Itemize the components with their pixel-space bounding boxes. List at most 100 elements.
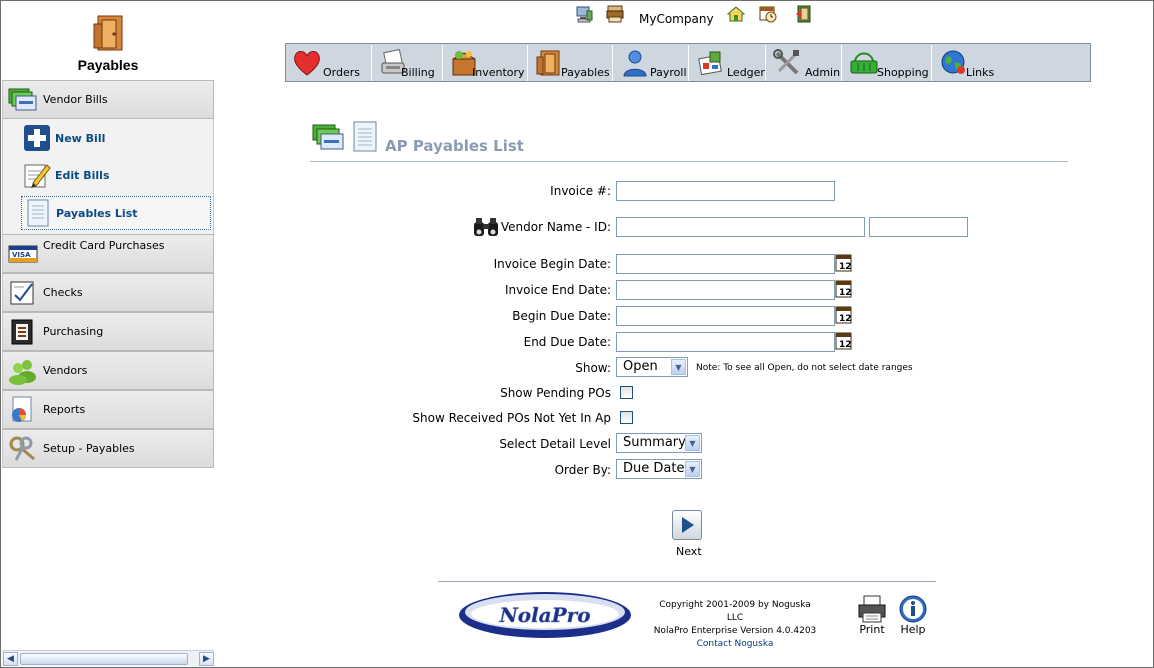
person-icon bbox=[623, 50, 647, 77]
tab-links[interactable]: Links bbox=[933, 45, 999, 81]
help-button[interactable]: Help bbox=[897, 595, 929, 636]
sidebar-section-vendor-bills[interactable]: Vendor Bills bbox=[2, 80, 214, 119]
svg-text:12: 12 bbox=[839, 340, 852, 350]
tab-payables[interactable]: Payables bbox=[529, 45, 613, 81]
sidebar-item-edit-bills[interactable]: Edit Bills bbox=[21, 159, 211, 193]
detail-level-selected-value: Summary bbox=[623, 435, 686, 450]
play-arrow-icon bbox=[682, 517, 694, 533]
sidebar-item-payables-list[interactable]: Payables List bbox=[21, 196, 211, 230]
sidebar-section-reports[interactable]: Reports bbox=[2, 390, 214, 429]
tab-label: Payroll bbox=[650, 66, 687, 79]
tab-ledger[interactable]: Ledger bbox=[690, 45, 766, 81]
sidebar-brand-title: Payables bbox=[77, 57, 139, 73]
purchasing-icon bbox=[11, 319, 33, 345]
vendor-id-input[interactable] bbox=[869, 217, 968, 237]
tab-label: Shopping bbox=[877, 66, 929, 79]
list-page-icon bbox=[353, 121, 377, 152]
tab-label: Inventory bbox=[472, 66, 525, 79]
begin-due-date-input[interactable] bbox=[616, 306, 835, 326]
begin-due-date-label: Begin Due Date: bbox=[512, 309, 611, 323]
svg-text:12: 12 bbox=[839, 314, 852, 324]
tab-label: Orders bbox=[323, 66, 360, 79]
tab-inventory[interactable]: Inventory bbox=[444, 45, 528, 81]
page-title: AP Payables List bbox=[385, 137, 524, 155]
tab-shopping[interactable]: Shopping bbox=[843, 45, 932, 81]
next-button[interactable] bbox=[672, 510, 702, 540]
show-label: Show: bbox=[575, 361, 611, 375]
print-icon bbox=[858, 595, 886, 623]
print-button[interactable]: Print bbox=[856, 595, 888, 636]
vendor-label: Vendor Name - ID: bbox=[500, 220, 611, 234]
tab-label: Billing bbox=[401, 66, 435, 79]
logout-door-icon[interactable] bbox=[795, 5, 813, 23]
sidebar-section-setup-payables[interactable]: Setup - Payables bbox=[2, 429, 214, 468]
sidebar-section-credit-card-purchases[interactable]: VISA Credit Card Purchases bbox=[2, 234, 214, 273]
tab-billing[interactable]: Billing bbox=[373, 45, 443, 81]
next-label[interactable]: Next bbox=[676, 545, 702, 558]
calendar-clock-icon[interactable] bbox=[759, 5, 777, 23]
bills-icon bbox=[8, 88, 37, 111]
tab-payroll[interactable]: Payroll bbox=[614, 45, 689, 81]
detail-level-label: Select Detail Level bbox=[499, 437, 611, 451]
company-name[interactable]: MyCompany bbox=[639, 12, 714, 26]
footer-divider bbox=[438, 581, 936, 582]
show-received-pos-checkbox[interactable] bbox=[620, 411, 633, 424]
vendors-icon bbox=[9, 360, 36, 385]
sidebar-menu: Vendor Bills New Bill Edit Bills Payable… bbox=[2, 80, 214, 468]
svg-text:VISA: VISA bbox=[12, 251, 31, 259]
payables-door-icon bbox=[93, 15, 123, 51]
calendar-icon[interactable]: 12 bbox=[835, 306, 852, 324]
show-selected-value: Open bbox=[623, 359, 658, 374]
tab-orders[interactable]: Orders bbox=[286, 45, 372, 81]
invoice-label: Invoice #: bbox=[550, 184, 611, 198]
sidebar-section-label: Reports bbox=[43, 403, 86, 416]
sidebar-brand: Payables bbox=[2, 10, 214, 76]
vendor-name-input[interactable] bbox=[616, 217, 865, 237]
footer-contact-link[interactable]: Contact Noguska bbox=[650, 638, 820, 651]
plus-icon bbox=[24, 125, 50, 151]
sidebar-horizontal-scrollbar[interactable]: ◀ ▶ bbox=[2, 650, 214, 666]
print-label: Print bbox=[859, 623, 885, 636]
end-due-date-input[interactable] bbox=[616, 332, 835, 352]
shopping-basket-icon bbox=[850, 52, 878, 74]
calendar-icon[interactable]: 12 bbox=[835, 280, 852, 298]
end-due-date-label: End Due Date: bbox=[523, 335, 611, 349]
scroll-left-arrow-icon[interactable]: ◀ bbox=[3, 652, 18, 666]
calendar-icon[interactable]: 12 bbox=[835, 332, 852, 350]
nolapro-logo[interactable]: NolaPro bbox=[458, 590, 632, 640]
footer-version: NolaPro Enterprise Version 4.0.4203 bbox=[653, 626, 817, 636]
computer-icon[interactable] bbox=[575, 5, 593, 23]
globe-icon bbox=[941, 50, 965, 74]
home-icon[interactable] bbox=[727, 5, 745, 23]
sidebar-item-new-bill[interactable]: New Bill bbox=[21, 122, 211, 156]
scroll-right-arrow-icon[interactable]: ▶ bbox=[199, 652, 214, 666]
invoice-begin-date-input[interactable] bbox=[616, 254, 835, 274]
sidebar-section-checks[interactable]: Checks bbox=[2, 273, 214, 312]
scroll-thumb[interactable] bbox=[20, 653, 188, 665]
svg-text:12: 12 bbox=[839, 288, 852, 298]
sidebar: Payables Vendor Bills New Bill Edit Bill… bbox=[2, 2, 214, 648]
calendar-icon[interactable]: 12 bbox=[835, 254, 852, 272]
invoice-input[interactable] bbox=[616, 181, 835, 201]
tab-label: Payables bbox=[561, 66, 610, 79]
sidebar-item-label: Edit Bills bbox=[55, 169, 110, 182]
invoice-begin-date-label: Invoice Begin Date: bbox=[493, 257, 611, 271]
tab-admin[interactable]: Admin bbox=[767, 45, 842, 81]
sidebar-section-purchasing[interactable]: Purchasing bbox=[2, 312, 214, 351]
show-select[interactable]: Open ▼ bbox=[616, 357, 688, 377]
reports-icon bbox=[12, 396, 32, 422]
chevron-down-icon[interactable]: ▼ bbox=[685, 435, 700, 451]
ledger-icon bbox=[698, 51, 722, 76]
chevron-down-icon[interactable]: ▼ bbox=[671, 359, 686, 375]
tools-icon bbox=[773, 49, 799, 75]
sidebar-section-vendors[interactable]: Vendors bbox=[2, 351, 214, 390]
detail-level-select[interactable]: Summary ▼ bbox=[616, 433, 702, 453]
sidebar-section-label: Credit Card Purchases bbox=[43, 239, 165, 252]
chevron-down-icon[interactable]: ▼ bbox=[685, 461, 700, 477]
order-by-select[interactable]: Due Date ▼ bbox=[616, 459, 702, 479]
printer-icon[interactable] bbox=[606, 5, 624, 23]
edit-pencil-icon bbox=[24, 164, 51, 188]
show-pending-pos-checkbox[interactable] bbox=[620, 386, 633, 399]
sidebar-section-label: Checks bbox=[43, 286, 83, 299]
invoice-end-date-input[interactable] bbox=[616, 280, 835, 300]
